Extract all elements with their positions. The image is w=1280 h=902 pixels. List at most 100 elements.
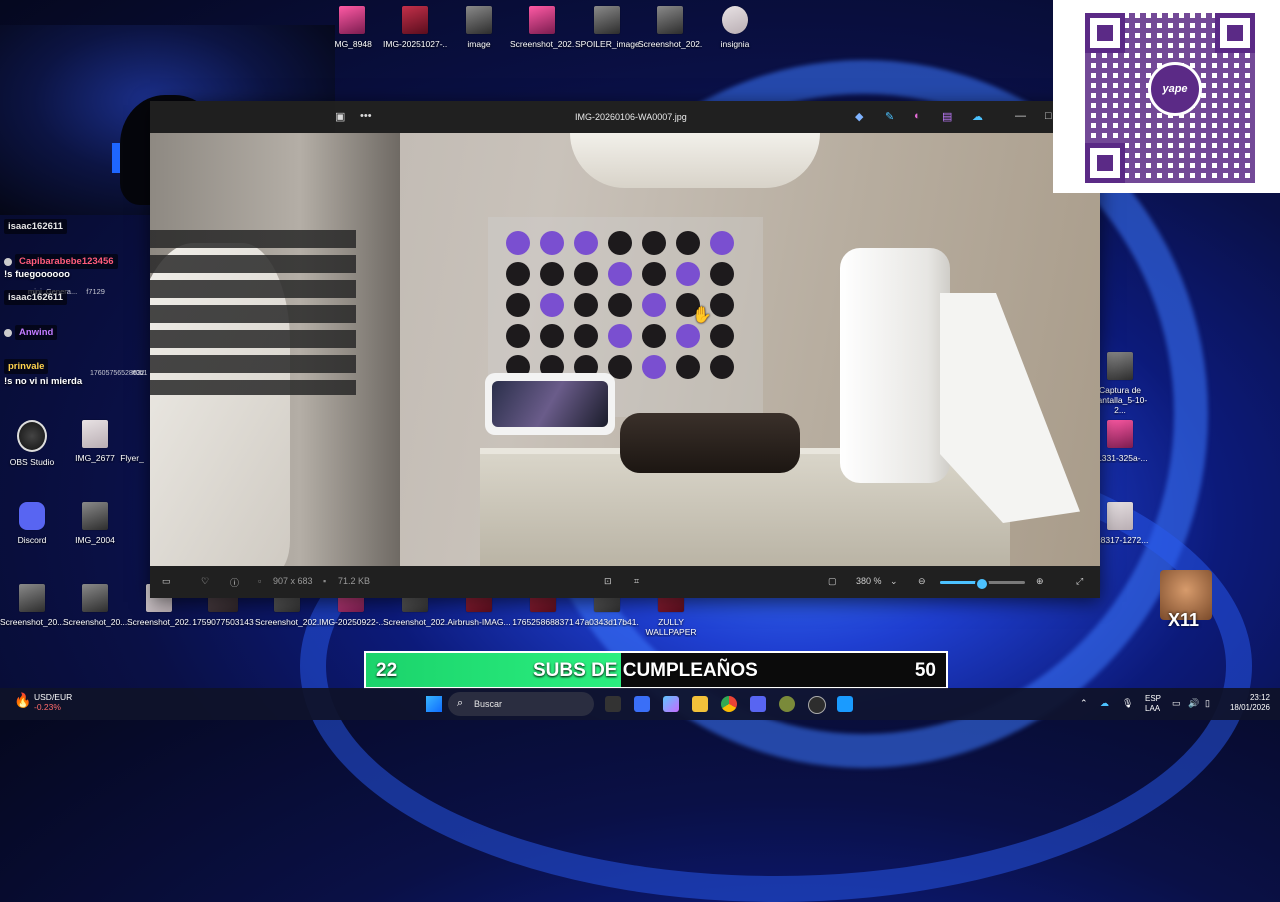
desktop-icon[interactable]: Flyer_ [112, 420, 152, 463]
stream-chat-overlay: isaac162611 Capibarabebe123456 !s fuegoo… [0, 215, 150, 390]
zoom-out-icon[interactable]: ⊖ [918, 576, 926, 587]
desktop-icon[interactable]: insignia [703, 6, 767, 49]
language-code: ESP [1145, 694, 1162, 703]
ticker-name: USD/EUR [34, 692, 73, 702]
chat-username: prinvale [4, 359, 49, 374]
image-thumbnail [339, 6, 365, 34]
game-disc [506, 324, 530, 348]
phone-screen [492, 381, 608, 427]
more-options-button[interactable]: ••• [360, 110, 372, 122]
qr-finder [1085, 143, 1125, 183]
chat-message: Anwind [4, 325, 58, 340]
chat-message-text: !s fuegoooooo [4, 269, 70, 280]
desktop-icon[interactable]: SPOILER_image [575, 6, 639, 49]
taskbar: 🔥 USD/EUR -0.23% ⌕ Buscar ⌃ ☁ 🎙 ESP LAA … [0, 688, 1280, 720]
app-icon[interactable] [779, 696, 795, 712]
obs-icon[interactable] [808, 696, 826, 714]
filmstrip-toggle-icon[interactable]: ▭ [162, 576, 171, 587]
game-disc [710, 355, 734, 379]
clipchamp-icon[interactable]: ▤ [942, 110, 952, 123]
sub-goal-label: SUBS DE CUMPLEAÑOS [533, 660, 758, 681]
game-disc [642, 324, 666, 348]
stock-ticker-widget[interactable]: USD/EUR -0.23% [34, 692, 72, 712]
game-disc [506, 262, 530, 286]
minimize-button[interactable]: — [1015, 110, 1026, 122]
task-view-icon[interactable] [605, 696, 621, 712]
desktop-icon[interactable]: IMG_2004 [63, 502, 127, 545]
desktop-icon[interactable]: IMG-20251027-... [383, 6, 447, 49]
actual-size-icon[interactable]: ▢ [828, 576, 837, 587]
chevron-up-icon[interactable]: ⌃ [1080, 698, 1088, 709]
info-icon[interactable]: ⓘ [230, 576, 239, 589]
chat-username: isaac162611 [4, 219, 67, 234]
yape-qr-code: yape [1053, 0, 1280, 193]
game-disc [574, 231, 598, 255]
network-icon[interactable]: ▭ [1172, 698, 1181, 709]
paint-icon[interactable]: ◐ [914, 110, 921, 122]
copilot-icon[interactable]: ◆ [855, 110, 863, 123]
game-disc [710, 324, 734, 348]
desktop-icon[interactable]: Screenshot_202... [510, 6, 574, 49]
desktop-icon[interactable]: Discord [0, 502, 64, 545]
chrome-icon[interactable] [721, 696, 737, 712]
photo-paper-roll [840, 248, 950, 483]
zoom-slider-thumb[interactable] [974, 577, 989, 591]
desktop-icon-label: ZULLY WALLPAPER [645, 617, 697, 637]
fit-window-icon[interactable]: ⊡ [604, 576, 612, 587]
chevron-down-icon[interactable]: ⌄ [890, 576, 898, 587]
game-disc [540, 231, 564, 255]
battery-icon[interactable]: ▯ [1205, 698, 1210, 709]
desktop-icon[interactable]: OBS Studio [0, 420, 64, 467]
game-disc [710, 262, 734, 286]
search-icon: ⌕ [457, 697, 464, 709]
viewer-titlebar[interactable]: ▣ ••• IMG-20260106-WA0007.jpg ◆ ✎ ◐ ▤ ☁ … [335, 101, 1100, 133]
taskbar-search[interactable]: ⌕ Buscar [448, 692, 594, 716]
search-label: Buscar [474, 699, 503, 709]
sub-goal-target: 50 [914, 660, 936, 681]
game-disc [608, 293, 632, 317]
favorite-heart-icon[interactable]: ♡ [201, 576, 209, 587]
desktop-icon-label: 1765258688371 [512, 617, 574, 627]
qr-finder [1085, 13, 1125, 53]
chat-message-text: !s no vi ni mierda [4, 376, 83, 387]
zoom-level[interactable]: 380 % [856, 576, 882, 586]
file-explorer-icon[interactable] [692, 696, 708, 712]
photos-icon[interactable] [837, 696, 853, 712]
desktop-icon[interactable]: image [447, 6, 511, 49]
share-icon[interactable]: ☁ [972, 110, 983, 123]
discord-icon[interactable] [750, 696, 766, 712]
game-disc [676, 324, 700, 348]
store-icon[interactable] [634, 696, 650, 712]
desktop-icon-label: image [467, 39, 491, 49]
zoom-in-icon[interactable]: ⊕ [1036, 576, 1044, 587]
windows-start-icon[interactable] [426, 696, 442, 712]
microphone-icon[interactable]: 🎙 [1122, 698, 1133, 709]
desktop-icon-label: Airbrush-IMAG... [447, 617, 511, 627]
maximize-button[interactable]: □ [1045, 110, 1052, 122]
copilot-icon[interactable] [663, 696, 679, 712]
desktop-icon-label: Discord [17, 535, 47, 545]
fullscreen-icon[interactable]: ⤢ [1076, 576, 1083, 587]
crop-icon[interactable]: ⌗ [634, 576, 639, 587]
ticker-change: -0.23% [34, 702, 61, 712]
chat-message-text-row: !s no vi ni mierda [4, 376, 82, 387]
clock[interactable]: 23:12 18/01/2026 [1224, 693, 1270, 713]
cloud-icon[interactable]: ☁ [1100, 698, 1109, 709]
desktop-icon[interactable]: Screenshot_20... [63, 584, 127, 627]
image-thumbnail [19, 584, 45, 612]
filmstrip-icon[interactable]: ▣ [335, 110, 345, 123]
chat-message: Capibarabebe123456 [4, 254, 118, 269]
game-disc [642, 262, 666, 286]
language-indicator[interactable]: ESP LAA [1145, 694, 1161, 714]
clock-date: 18/01/2026 [1229, 703, 1270, 712]
photo-canvas[interactable]: ✋ [150, 133, 1100, 566]
edit-icon[interactable]: ✎ [885, 110, 894, 123]
game-disc [540, 324, 564, 348]
desktop-icon[interactable]: Screenshot_20... [0, 584, 64, 627]
volume-icon[interactable]: 🔊 [1188, 698, 1199, 709]
zoom-slider[interactable] [940, 577, 1025, 591]
meme-multiplier: X11 [1168, 610, 1200, 630]
desktop-icon[interactable]: Screenshot_202... [638, 6, 702, 49]
image-thumbnail [529, 6, 555, 34]
photos-viewer-window[interactable]: ▣ ••• IMG-20260106-WA0007.jpg ◆ ✎ ◐ ▤ ☁ … [150, 101, 1100, 598]
